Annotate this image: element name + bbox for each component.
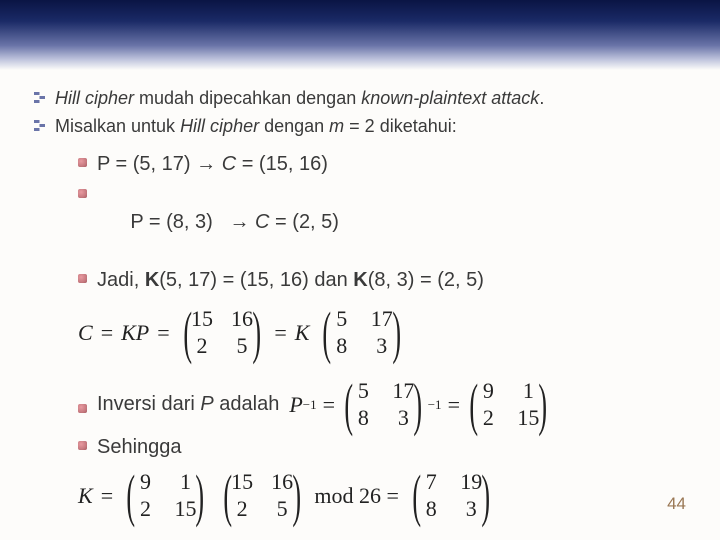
var-k: K: [295, 320, 310, 346]
item-sehingga: Sehingga: [78, 434, 694, 461]
equation-k: K = ( 91 215 ) ( 1516 25 ) mod 26 = ( 71…: [78, 467, 694, 525]
cell: 15: [517, 405, 539, 431]
text: =: [101, 483, 113, 509]
cell: 7: [420, 469, 442, 495]
sub-bullet-icon: [78, 189, 87, 198]
cell: 15: [174, 496, 196, 522]
cell: 2: [231, 496, 253, 522]
cell: 2: [191, 333, 213, 359]
text: .: [539, 88, 544, 108]
text: = (2, 5): [269, 211, 338, 233]
page-number: 44: [667, 494, 686, 514]
cell: 3: [392, 405, 414, 431]
text: Inversi dari: [97, 393, 200, 415]
text: Jadi,: [97, 269, 145, 291]
cell: 5: [331, 306, 353, 332]
var-c: C: [78, 320, 93, 346]
cell: 1: [174, 469, 196, 495]
text: Sehingga: [97, 434, 182, 461]
sub-bullet-icon: [78, 274, 87, 283]
matrix-c: ( 1516 25 ): [218, 467, 307, 525]
sub-bullet-icon: [78, 441, 87, 450]
cell: 3: [460, 496, 482, 522]
cell: 15: [191, 306, 213, 332]
text: known-plaintext attack: [361, 88, 539, 108]
sub-bullet-icon: [78, 404, 87, 413]
cell: 2: [134, 496, 156, 522]
text: adalah: [214, 393, 280, 415]
cell: 5: [352, 378, 374, 404]
text: C: [222, 153, 236, 175]
text: P = (8, 3) →: [130, 211, 255, 233]
matrix-p: ( 517 83 ): [317, 304, 406, 362]
cell: 9: [134, 469, 156, 495]
text: dengan: [259, 116, 329, 136]
cell: 5: [271, 496, 293, 522]
intro-line-1: Hill cipher mudah dipecahkan dengan know…: [34, 86, 694, 110]
sub-bullet-icon: [78, 158, 87, 167]
matrix-c: ( 1516 25 ): [178, 304, 267, 362]
text: P: [200, 393, 213, 415]
cell: 9: [477, 378, 499, 404]
cell: 19: [460, 469, 482, 495]
text: K: [353, 269, 367, 291]
item-p1: P = (5, 17) → C = (15, 16): [78, 151, 694, 178]
text: Hill cipher: [180, 116, 259, 136]
intro-line-2: Misalkan untuk Hill cipher dengan m = 2 …: [34, 114, 694, 138]
bullet-icon: [34, 120, 45, 131]
equation-ckp: C = KP = ( 1516 25 ) = K ( 517 83 ): [78, 304, 694, 362]
cell: 16: [271, 469, 293, 495]
superscript: −1: [428, 396, 442, 414]
item-p3: Jadi, K(5, 17) = (15, 16) dan K(8, 3) = …: [78, 267, 694, 294]
cell: 8: [352, 405, 374, 431]
var-k: K: [78, 483, 93, 509]
header-gradient: [0, 0, 720, 70]
slide-content: Hill cipher mudah dipecahkan dengan know…: [34, 86, 694, 539]
cell: 17: [371, 306, 393, 332]
text: =: [157, 320, 169, 346]
var-kp: KP: [121, 320, 149, 346]
var-p: P: [289, 390, 302, 420]
cell: 17: [392, 378, 414, 404]
matrix-k: ( 719 83 ): [407, 467, 496, 525]
cell: 8: [420, 496, 442, 522]
text: mod 26 =: [314, 483, 399, 509]
text: =: [101, 320, 113, 346]
text: = (15, 16): [236, 153, 328, 175]
cell: 8: [331, 333, 353, 359]
matrix-pinv: ( 91 215 ): [121, 467, 210, 525]
cell: 3: [371, 333, 393, 359]
cell: 1: [517, 378, 539, 404]
text: K: [145, 269, 159, 291]
cell: 2: [477, 405, 499, 431]
superscript: −1: [303, 396, 317, 414]
text: mudah dipecahkan dengan: [134, 88, 361, 108]
bullet-icon: [34, 92, 45, 103]
text: C: [255, 211, 269, 233]
cell: 16: [231, 306, 253, 332]
cell: 5: [231, 333, 253, 359]
text: Hill cipher: [55, 88, 134, 108]
cell: 15: [231, 469, 253, 495]
item-inverse: Inversi dari P adalah P−1 = ( 517 83 ) −…: [78, 376, 694, 434]
item-p2: P = (8, 3) → C = (2, 5): [78, 182, 694, 263]
text: =: [274, 320, 286, 346]
text: m: [329, 116, 344, 136]
equation-pinv: P−1 = ( 517 83 ) −1 = ( 91 215: [289, 376, 552, 434]
text: P = (5, 17) →: [97, 153, 222, 175]
text: (5, 17) = (15, 16) dan: [159, 269, 353, 291]
text: Misalkan untuk: [55, 116, 180, 136]
text: = 2 diketahui:: [344, 116, 457, 136]
text: (8, 3) = (2, 5): [368, 269, 484, 291]
